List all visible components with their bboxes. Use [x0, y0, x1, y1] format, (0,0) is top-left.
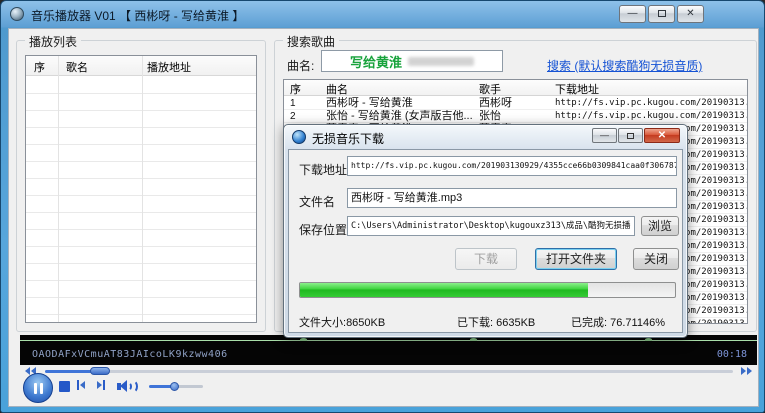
previous-icon — [80, 381, 85, 389]
redacted-text — [408, 57, 474, 66]
stop-button[interactable] — [59, 381, 70, 392]
visualizer-bar: OAODAFxVCmuAT83JAIcoLK9kzww406 00:18 — [20, 335, 757, 365]
dialog-close-button[interactable]: ✕ — [644, 128, 680, 143]
completed-value: 76.71146% — [610, 317, 665, 329]
file-name-field[interactable]: 西彬呀 - 写给黄淮.mp3 — [347, 188, 677, 208]
search-title: 搜索歌曲 — [283, 33, 339, 50]
time-display: 00:18 — [717, 349, 747, 360]
app-window: 音乐播放器 V01 【 西彬呀 - 写给黄淮 】 — ✕ 播放列表 序 歌名 播… — [0, 0, 765, 413]
file-size-label: 文件大小: — [299, 317, 346, 329]
playlist-title: 播放列表 — [25, 33, 81, 50]
pause-icon — [40, 383, 43, 394]
table-cell: 1 — [290, 97, 296, 110]
spectrum-bump — [300, 338, 307, 341]
minimize-icon: — — [628, 8, 638, 19]
search-input[interactable]: 写给黄淮 — [321, 50, 503, 72]
results-col-name: 曲名 — [326, 81, 348, 97]
query-label: 曲名: — [287, 57, 314, 74]
playlist-panel: 播放列表 序 歌名 播放地址 — [16, 40, 266, 332]
downloaded-label: 已下载: — [457, 317, 493, 329]
playlist-col-name: 歌名 — [66, 59, 88, 75]
spectrum-bump — [470, 338, 477, 341]
next-button[interactable] — [97, 380, 105, 390]
close-icon: ✕ — [658, 130, 666, 141]
table-row[interactable]: 1 西彬呀 - 写给黄淮西彬呀http://fs.vip.pc.kugou.com… — [284, 97, 747, 110]
table-cell: 张怡 — [479, 110, 553, 123]
dialog-maximize-button[interactable] — [618, 128, 643, 143]
table-cell: http://fs.vip.pc.kugou.com/20190313... — [555, 97, 747, 110]
dialog-body: 下载地址 http://fs.vip.pc.kugou.com/20190313… — [288, 149, 683, 333]
file-size-value: 8650KB — [346, 317, 385, 329]
table-cell: 2 — [290, 110, 296, 123]
progress-bar — [299, 282, 676, 298]
pause-button[interactable] — [23, 373, 53, 403]
table-cell: 西彬呀 — [479, 97, 553, 110]
spectrum-bump — [645, 338, 652, 341]
dialog-minimize-button[interactable]: — — [592, 128, 617, 143]
download-button[interactable]: 下载 — [455, 248, 517, 270]
seek-slider[interactable] — [45, 370, 733, 373]
playlist-col-no: 序 — [34, 59, 45, 75]
fast-forward-icon[interactable] — [741, 367, 752, 375]
completed-stat: 已完成: 76.71146% — [571, 314, 665, 330]
save-location-label: 保存位置 — [299, 221, 347, 238]
playlist-body[interactable] — [26, 77, 256, 322]
open-folder-button[interactable]: 打开文件夹 — [535, 248, 617, 270]
maximize-button[interactable] — [648, 5, 675, 23]
close-icon: ✕ — [686, 8, 694, 19]
maximize-icon — [658, 10, 666, 17]
search-results-header: 序 曲名 歌手 下载地址 — [284, 80, 747, 96]
close-dialog-button[interactable]: 关闭 — [633, 248, 679, 270]
playlist-divider — [58, 56, 59, 322]
previous-button[interactable] — [77, 380, 85, 390]
stream-code: OAODAFxVCmuAT83JAIcoLK9kzww406 — [32, 349, 228, 360]
save-location-field[interactable]: C:\Users\Administrator\Desktop\kugouxz31… — [347, 216, 635, 236]
results-col-artist: 歌手 — [479, 81, 501, 97]
playlist-table[interactable]: 序 歌名 播放地址 — [25, 55, 257, 323]
results-col-no: 序 — [290, 81, 301, 97]
close-button[interactable]: ✕ — [677, 5, 704, 23]
progress-fill — [300, 283, 588, 297]
table-cell: 张怡 - 写给黄淮 (女声版吉他... — [326, 110, 476, 123]
next-icon — [97, 381, 102, 389]
completed-label: 已完成: — [571, 317, 607, 329]
app-icon — [10, 7, 24, 21]
minimize-button[interactable]: — — [619, 5, 646, 23]
downloaded-stat: 已下载: 6635KB — [457, 314, 535, 330]
browse-button[interactable]: 浏览 — [641, 216, 679, 236]
maximize-icon — [627, 133, 634, 139]
query-value: 写给黄淮 — [350, 52, 402, 71]
table-cell: http://fs.vip.pc.kugou.com/20190313... — [555, 110, 747, 123]
volume-thumb[interactable] — [170, 382, 179, 391]
titlebar: 音乐播放器 V01 【 西彬呀 - 写给黄淮 】 — ✕ — [1, 1, 764, 28]
playlist-header: 序 歌名 播放地址 — [26, 56, 256, 76]
file-size-stat: 文件大小:8650KB — [299, 314, 385, 330]
search-link[interactable]: 搜索 (默认搜索酷狗无损音质) — [547, 57, 702, 74]
volume-icon[interactable] — [117, 380, 143, 393]
client-area: 播放列表 序 歌名 播放地址 搜索歌曲 曲名: 写给黄淮 搜索 (默认搜索酷狗无… — [8, 28, 759, 407]
window-title: 音乐播放器 V01 【 西彬呀 - 写给黄淮 】 — [31, 7, 244, 24]
results-col-url: 下载地址 — [555, 81, 599, 97]
download-url-field[interactable]: http://fs.vip.pc.kugou.com/201903130929/… — [347, 156, 677, 176]
table-cell: 西彬呀 - 写给黄淮 — [326, 97, 476, 110]
playlist-col-url: 播放地址 — [147, 59, 191, 75]
file-name-label: 文件名 — [299, 193, 335, 210]
volume-slider[interactable] — [149, 385, 203, 388]
download-dialog: 无损音乐下载 — ✕ 下载地址 http://fs.vip.pc.kugou.c… — [283, 124, 688, 338]
minimize-icon: — — [600, 130, 609, 140]
dialog-icon — [292, 130, 306, 144]
download-url-label: 下载地址 — [299, 161, 347, 178]
seek-thumb[interactable] — [90, 367, 110, 375]
playlist-divider — [142, 56, 143, 322]
downloaded-value: 6635KB — [496, 317, 535, 329]
table-row[interactable]: 2 张怡 - 写给黄淮 (女声版吉他...张怡http://fs.vip.pc.k… — [284, 110, 747, 123]
pause-icon — [34, 383, 37, 394]
dialog-title: 无损音乐下载 — [312, 130, 384, 147]
